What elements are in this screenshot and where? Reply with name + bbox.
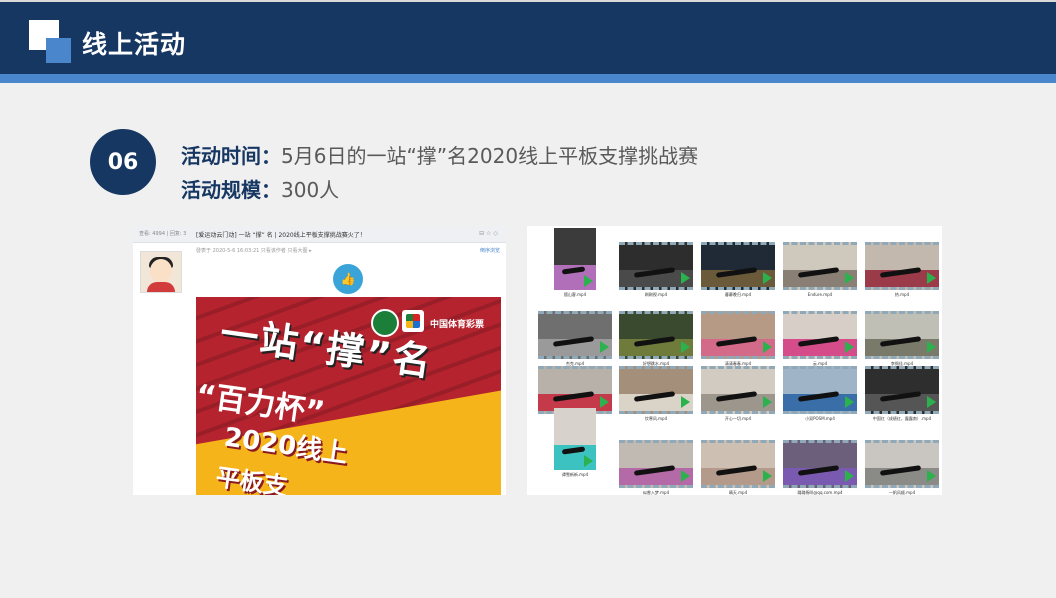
post-sort-link: 倒序浏览 [479, 248, 500, 254]
play-icon [845, 470, 854, 482]
section-number-badge: 06 [90, 129, 156, 195]
video-thumbnail [701, 311, 775, 359]
video-thumbnail [619, 440, 693, 488]
video-thumbnail [554, 408, 596, 470]
video-thumbnail [783, 440, 857, 488]
page-title: 线上活动 [82, 30, 187, 59]
video-filename: 谭雪新新.mp4 [561, 472, 589, 477]
video-thumbnail [619, 311, 693, 359]
post-view-stats: 查看: 4994 | 回复: 3 [139, 231, 187, 237]
post-tool-icons: ⊟ ☆ ◇ [479, 230, 498, 237]
play-icon [927, 272, 936, 284]
play-icon [681, 341, 690, 353]
activity-time-line: 活动时间：5月6日的一站“撑”名2020线上平板支撑挑战赛 [181, 142, 698, 170]
play-icon [845, 396, 854, 408]
video-filename: 开心一切.mp4 [724, 416, 752, 421]
video-thumbnail [865, 366, 939, 414]
thumbs-up-icon: 👍 [333, 264, 363, 294]
avatar [140, 251, 182, 293]
play-icon [927, 341, 936, 353]
video-thumbnail [783, 311, 857, 359]
video-files-screenshot: 擅山客.mp4 刷刷视.mp4 暮幕晚归.mp4 Endure.mp4 热.mp4 杰克.… [527, 226, 942, 495]
poster-lottery-text: 中国体育彩票 [430, 320, 485, 330]
video-filename: 饮寒风.mp4 [644, 416, 668, 421]
play-icon [584, 275, 593, 287]
video-thumbnail [538, 366, 612, 414]
video-thumbnail [783, 366, 857, 414]
video-filename: 刷刷视.mp4 [644, 292, 668, 297]
play-icon [763, 470, 772, 482]
video-filename: 璐璐杨咩@qq.com.mp4 [797, 490, 843, 495]
activity-scale-label: 活动规模： [181, 178, 281, 202]
video-thumbnail [619, 366, 693, 414]
event-poster: 中国体育彩票 一站“撑”名 “百力杯” 2020线上 平板支 [196, 297, 501, 495]
play-icon [845, 272, 854, 284]
activity-time-value: 5月6日的一站“撑”名2020线上平板支撑挑战赛 [281, 144, 699, 168]
video-thumbnail [783, 242, 857, 290]
play-icon [600, 396, 609, 408]
video-filename: 热.mp4 [894, 292, 910, 297]
play-icon [845, 341, 854, 353]
logo-square-blue [46, 38, 71, 63]
video-thumbnail [619, 242, 693, 290]
video-filename: 晴天.mp4 [728, 490, 748, 495]
video-thumbnail [701, 366, 775, 414]
video-filename: 暮幕晚归.mp4 [724, 292, 752, 297]
play-icon [763, 396, 772, 408]
video-thumbnail [865, 311, 939, 359]
video-filename: 一帆风顺.mp4 [888, 490, 916, 495]
forum-post-screenshot: 查看: 4994 | 回复: 3 [爱运动云门动] 一站 “撑” 名 | 202… [133, 226, 506, 495]
play-icon [927, 470, 936, 482]
video-filename: 似曾入梦.mp4 [642, 490, 670, 495]
header-stripe [0, 74, 1056, 83]
video-filename: 擅山客.mp4 [563, 292, 587, 297]
video-thumbnail [554, 228, 596, 290]
play-icon [681, 396, 690, 408]
video-filename: 中国红（成绩红，露露南）.mp4 [872, 416, 932, 421]
video-thumbnail [538, 311, 612, 359]
activity-time-label: 活动时间： [181, 144, 281, 168]
video-thumbnail [865, 440, 939, 488]
play-icon [763, 341, 772, 353]
play-icon [600, 341, 609, 353]
post-byline: 發表于 2020-5-6 16:03:21 只看该作者 只看大图 ▸ [196, 248, 312, 254]
video-thumbnail [865, 242, 939, 290]
activity-scale-value: 300人 [281, 178, 340, 202]
video-filename: Endure.mp4 [807, 292, 833, 297]
section-number: 06 [107, 149, 139, 175]
play-icon [681, 470, 690, 482]
video-filename: 小双POSM.mp4 [805, 416, 835, 421]
play-icon [681, 272, 690, 284]
video-thumbnail [701, 242, 775, 290]
play-icon [763, 272, 772, 284]
activity-scale-line: 活动规模：300人 [181, 176, 339, 204]
post-title: [爱运动云门动] 一站 “撑” 名 | 2020线上平板支撑挑战赛火了！ [196, 232, 366, 239]
play-icon [927, 396, 936, 408]
play-icon [584, 455, 593, 467]
video-thumbnail [701, 440, 775, 488]
